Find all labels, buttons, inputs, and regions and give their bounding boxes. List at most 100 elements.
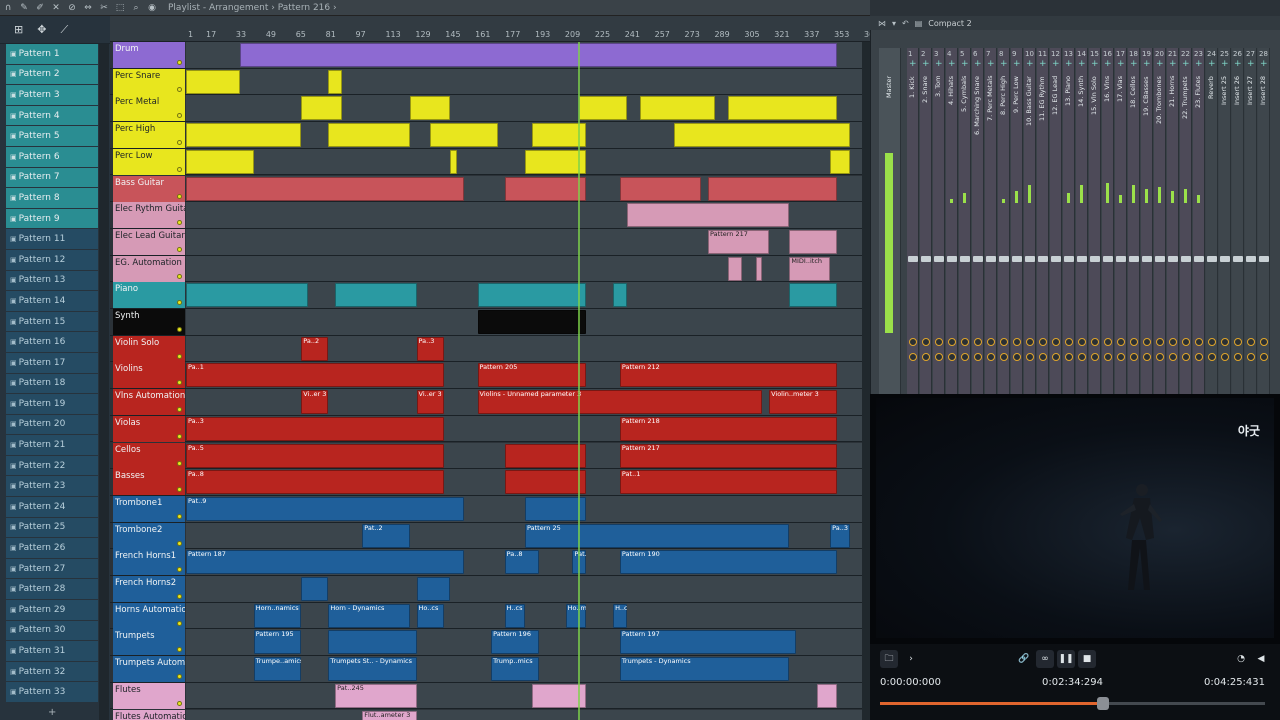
pattern-clip[interactable] (477, 283, 586, 308)
open-folder-button[interactable]: 🗀 (880, 650, 898, 668)
link-button[interactable]: 🔗 (1015, 650, 1033, 668)
route-icon[interactable]: + (1143, 59, 1151, 69)
slip-tool-icon[interactable]: ⇔ (82, 3, 94, 13)
pattern-clip[interactable]: Pattern 212 (619, 363, 837, 388)
track-enable-led[interactable] (177, 700, 182, 706)
stereo-knob[interactable] (987, 353, 995, 361)
pan-knob[interactable] (961, 338, 969, 346)
pattern-item[interactable]: ▣ Pattern 3 (6, 85, 98, 105)
route-icon[interactable]: + (1234, 59, 1242, 69)
track-header[interactable]: Violas (113, 415, 185, 442)
pattern-clip[interactable] (328, 630, 417, 655)
stereo-knob[interactable] (1247, 353, 1255, 361)
volume-fader[interactable] (1207, 256, 1217, 262)
track-enable-led[interactable] (177, 166, 182, 172)
pattern-clip[interactable] (525, 496, 587, 521)
pattern-clip[interactable]: Trumpets St.. - Dynamics (328, 657, 417, 682)
track-header[interactable]: Synth (113, 309, 185, 335)
pattern-clip[interactable]: Pa..8 (504, 550, 539, 575)
route-icon[interactable]: + (1117, 59, 1125, 69)
track-header[interactable]: French Horns1 (113, 549, 185, 576)
mixer-channel[interactable]: 25 + Insert 25 (1219, 48, 1231, 403)
pattern-clip[interactable] (409, 96, 451, 121)
track-lane[interactable] (186, 576, 870, 602)
paint-tool-icon[interactable]: ✐ (34, 3, 46, 13)
pattern-clip[interactable] (186, 69, 241, 94)
mixer-channel[interactable]: 22 +22. Trumpets (1180, 48, 1192, 403)
mixer-channel[interactable]: 4 +4. Hihats (946, 48, 958, 403)
track-lane[interactable] (186, 175, 870, 202)
pattern-clip[interactable]: Pattern 25 (525, 523, 790, 548)
track-header[interactable]: Bass Guitar (113, 175, 185, 202)
volume-fader[interactable] (1012, 256, 1022, 262)
track-enable-led[interactable] (177, 140, 182, 146)
pattern-clip[interactable]: Vi..er 3 (416, 390, 444, 415)
stereo-knob[interactable] (1039, 353, 1047, 361)
track-lane[interactable] (186, 95, 870, 122)
pan-knob[interactable] (1039, 338, 1047, 346)
track-header[interactable]: Elec Rythm Guitar (113, 202, 185, 229)
mixer-channel[interactable]: 28 + Insert 28 (1258, 48, 1270, 403)
pattern-clip[interactable]: Pat..1 (619, 470, 837, 495)
mixer-channel[interactable]: 23 +23. Flutes (1193, 48, 1205, 403)
mixer-folder-icon[interactable]: ▤ (915, 19, 923, 28)
mixer-channel[interactable]: 21 +21. Horns (1167, 48, 1179, 403)
pattern-clip[interactable] (335, 283, 417, 308)
track-header[interactable]: Basses (113, 469, 185, 496)
track-header[interactable]: Drum (113, 42, 185, 68)
track-enable-led[interactable] (177, 273, 182, 279)
pattern-clip[interactable]: Pattern 217 (708, 229, 770, 254)
mixer-preset[interactable]: Compact 2 (928, 19, 971, 28)
pan-knob[interactable] (1221, 338, 1229, 346)
pattern-clip[interactable]: H..cs (613, 603, 627, 628)
pan-knob[interactable] (1234, 338, 1242, 346)
stereo-knob[interactable] (1130, 353, 1138, 361)
volume-fader[interactable] (947, 256, 957, 262)
stereo-knob[interactable] (1013, 353, 1021, 361)
pattern-clip[interactable]: Pa..5 (186, 443, 444, 468)
pattern-item[interactable]: ▣ Pattern 13 (6, 270, 98, 291)
stereo-knob[interactable] (961, 353, 969, 361)
pan-knob[interactable] (1208, 338, 1216, 346)
pattern-clip[interactable]: Violin..meter 3 (769, 390, 837, 415)
pan-knob[interactable] (1130, 338, 1138, 346)
track-lane[interactable] (186, 42, 870, 68)
pattern-item[interactable]: ▣ Pattern 6 (6, 146, 98, 167)
track-header[interactable]: Elec Lead Guitar (113, 228, 185, 255)
pattern-item[interactable]: ▣ Pattern 25 (6, 517, 98, 538)
pattern-clip[interactable] (789, 283, 837, 308)
route-icon[interactable]: + (935, 59, 943, 69)
select-tool-icon[interactable]: ⬚ (114, 3, 126, 13)
route-icon[interactable]: + (1078, 59, 1086, 69)
pattern-item[interactable]: ▣ Pattern 9 (6, 208, 98, 229)
stereo-knob[interactable] (922, 353, 930, 361)
mixer-channel[interactable]: 12 +12. EG Lead (1050, 48, 1062, 403)
volume-fader[interactable] (1077, 256, 1087, 262)
pan-knob[interactable] (1195, 338, 1203, 346)
pattern-clip[interactable]: Trumpets - Dynamics (619, 657, 790, 682)
pause-button[interactable]: ❚❚ (1057, 650, 1075, 668)
stereo-knob[interactable] (1156, 353, 1164, 361)
mixer-channel[interactable]: 16 +16. Vlns (1102, 48, 1114, 403)
track-lane[interactable]: Trumpe..amics Trumpets St.. - Dynamics Tru… (186, 656, 870, 682)
pan-knob[interactable] (1260, 338, 1268, 346)
mixer-channel[interactable]: 27 + Insert 27 (1245, 48, 1257, 403)
volume-fader[interactable] (1051, 256, 1061, 262)
track-lane[interactable]: Pattern 195 Pattern 196 Pattern 197 (186, 629, 870, 656)
draw-tool-icon[interactable]: ✎ (18, 3, 30, 13)
pattern-clip[interactable]: Pa..1 (186, 363, 444, 388)
speed-icon[interactable]: ◔ (1232, 650, 1250, 668)
video-frame[interactable]: 야굿 (876, 398, 1274, 638)
track-enable-led[interactable] (177, 674, 182, 680)
mixer-channel[interactable]: 1 +1. Kick (907, 48, 919, 403)
pan-knob[interactable] (1000, 338, 1008, 346)
mixer-channel[interactable]: 9 +9. Perc Low (1011, 48, 1023, 403)
pattern-item[interactable]: ▣ Pattern 2 (6, 64, 98, 85)
route-icon[interactable]: + (1000, 59, 1008, 69)
route-icon[interactable]: + (1260, 59, 1268, 69)
pattern-item[interactable]: ▣ Pattern 15 (6, 311, 98, 332)
pattern-clip[interactable] (830, 149, 851, 174)
track-lane[interactable]: Pat..9 (186, 495, 870, 522)
track-enable-led[interactable] (177, 540, 182, 546)
track-enable-led[interactable] (177, 300, 182, 306)
